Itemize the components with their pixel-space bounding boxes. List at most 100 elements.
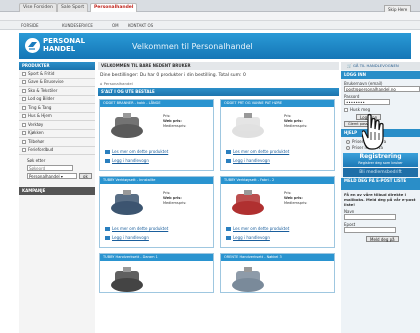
cart-icon: [105, 159, 110, 163]
read-more-link[interactable]: Les mer om dette produktet: [226, 226, 289, 231]
product-title[interactable]: TUBBY Verktøysett - Fabri - 2: [221, 177, 334, 184]
welcome-title: Velkommen til Personalhandel: [132, 42, 253, 51]
password-input[interactable]: ••••••••: [344, 99, 390, 105]
read-more-label: Les mer om dette produktet: [112, 149, 169, 154]
product-price-list: Pris: Web pris: Medlemspris:: [163, 114, 186, 129]
sidebar-item[interactable]: Feriefordbud: [19, 147, 95, 155]
category-icon: [22, 105, 26, 110]
campaign-header: KAMPANJE: [19, 187, 95, 195]
product-title[interactable]: TUBBY Verktøysett - Innstallte: [100, 177, 213, 184]
toolbar-strip: [0, 12, 420, 21]
add-to-cart-link[interactable]: Legg i handlevogn: [226, 235, 270, 240]
sidebar-item[interactable]: Sport & Fritid: [19, 70, 95, 79]
product-image[interactable]: [103, 186, 151, 219]
search-box: Søk etter Søkeord Personalhandel ▾ ok: [19, 155, 95, 179]
remember-me-checkbox[interactable]: [344, 107, 348, 112]
site-logo[interactable]: PERSONAL HANDEL: [43, 37, 85, 53]
home-icon: ⌂: [100, 81, 103, 86]
product-title[interactable]: ODDET BRANNER - kokk - LÅNGE: [100, 100, 213, 107]
category-icon: [22, 80, 26, 85]
hand-cursor-icon: [361, 112, 388, 152]
product-price-list: Pris: Web pris: Medlemspris:: [284, 191, 307, 206]
category-icon: [22, 148, 26, 153]
info-icon: [226, 227, 231, 231]
sidebar-item[interactable]: Hus & Hjem: [19, 113, 95, 121]
read-more-label: Les mer om dette produktet: [233, 149, 290, 154]
category-icon: [22, 88, 26, 93]
sidebar-item-label: Kjøkken: [28, 130, 44, 136]
sidebar-item[interactable]: Lod og Bilder: [19, 96, 95, 104]
sidebar-item[interactable]: Kjøkken: [19, 130, 95, 138]
cart-icon: [226, 159, 231, 163]
product-title[interactable]: ORENTE Handverksett - Nøkkel 3: [221, 254, 334, 261]
product-title[interactable]: TUBBY Handverksett - Daram 1: [100, 254, 213, 261]
sidebar-item-label: Tilbehør: [28, 138, 45, 144]
browser-tab-forside[interactable]: Vise Forsiden: [19, 3, 57, 12]
newsletter-submit-button[interactable]: Meld deg på: [366, 236, 399, 242]
add-to-cart-link[interactable]: Legg i handlevogn: [226, 158, 270, 163]
product-image[interactable]: [103, 263, 151, 296]
product-card: TUBBY Handverksett - Daram 1: [99, 253, 214, 293]
register-box[interactable]: Registrering Registrer deg som bruker: [343, 153, 418, 167]
site-banner: PERSONAL HANDEL Velkommen til Personalha…: [19, 33, 411, 59]
radio-incl-vat[interactable]: [346, 145, 350, 150]
newsletter-name-input[interactable]: [344, 214, 396, 220]
products-header: S'ALT I OG UTE BESTALE: [98, 88, 339, 96]
sidebar-item[interactable]: Ting & Tang: [19, 104, 95, 113]
member-price-label: Medlemspris:: [163, 201, 187, 205]
read-more-link[interactable]: Les mer om dette produktet: [226, 149, 289, 154]
radio-excl-vat[interactable]: [346, 139, 350, 144]
add-to-cart-link[interactable]: Legg i handlevogn: [105, 235, 149, 240]
breadcrumb-personalhandel[interactable]: Personalhandel: [104, 81, 133, 86]
sidebar-item-label: Verktøy: [28, 121, 44, 127]
category-icon: [22, 71, 26, 76]
category-icon: [22, 97, 26, 102]
sidebar-item[interactable]: Tilbehør: [19, 138, 95, 147]
product-card: TUBBY Verktøysett - Fabri - 2 Pris: Web pr…: [220, 176, 335, 248]
go-to-cart-link[interactable]: 🛒 GÅ TIL HANDLEVOGNEN: [341, 62, 420, 70]
newsletter-header: MELD DEG PÅ E-POST LISTE: [341, 178, 420, 190]
subnav-om[interactable]: OM: [112, 23, 119, 28]
product-image[interactable]: [224, 263, 272, 296]
left-sidebar: PRODUKTER Sport & Fritid Gave & Brusevise…: [19, 62, 95, 333]
sidebar-item-label: Sport & Fritid: [28, 70, 55, 76]
product-price-list: Pris: Web pris: Medlemspris:: [284, 114, 307, 129]
right-sidebar: 🛒 GÅ TIL HANDLEVOGNEN LOGG INN Brukernav…: [341, 62, 420, 333]
product-image[interactable]: [103, 109, 151, 142]
search-input[interactable]: Søkeord: [27, 165, 73, 171]
sidebar-item-label: Sko & Tekstiler: [28, 87, 58, 93]
read-more-label: Les mer om dette produktet: [233, 226, 290, 231]
add-to-cart-link[interactable]: Legg i handlevogn: [105, 158, 149, 163]
newsletter-email-input[interactable]: [344, 227, 396, 233]
product-card: TUBBY Verktøysett - Innstallte Pris: Web p…: [99, 176, 214, 248]
register-subtitle: Registrer deg som bruker: [358, 161, 403, 165]
logo-mark-icon[interactable]: [25, 38, 40, 53]
category-icon: [22, 122, 26, 127]
search-category-select[interactable]: Personalhandel ▾: [27, 173, 77, 179]
read-more-link[interactable]: Les mer om dette produktet: [105, 149, 168, 154]
read-more-link[interactable]: Les mer om dette produktet: [105, 226, 168, 231]
product-price-list: Pris: Web pris: Medlemspris:: [163, 191, 186, 206]
info-icon: [105, 150, 110, 154]
browser-tab-personalhandel[interactable]: Personalhandel: [90, 3, 138, 12]
product-image[interactable]: [224, 186, 272, 219]
browser-tab-sale-sport[interactable]: Sale Sport: [57, 3, 89, 12]
subnav-kundeservice[interactable]: KUNDESERVICE: [62, 23, 93, 28]
username-input[interactable]: post@personalhandel.no: [344, 86, 420, 92]
sidebar-item[interactable]: Verktøy: [19, 121, 95, 130]
cart-summary: Dine bestillinger: Du har 0 produkter i …: [100, 73, 246, 78]
product-title[interactable]: ODDET PRT OG VANNE PAT HØRE: [221, 100, 334, 107]
sidebar-item-label: Lod og Bilder: [28, 96, 55, 102]
category-icon: [22, 139, 26, 144]
info-icon: [105, 227, 110, 231]
subnav-forside[interactable]: FORSIDE: [21, 23, 39, 28]
search-ok-button[interactable]: ok: [79, 173, 92, 179]
subnav-kontakt[interactable]: KONTAKT OS: [128, 23, 153, 28]
sidebar-item[interactable]: Gave & Brusevise: [19, 79, 95, 87]
member-price-label: Medlemspris:: [163, 124, 187, 128]
sidebar-item[interactable]: Sko & Tekstiler: [19, 87, 95, 96]
newsletter-text: Få en av våre tilbud direkte i mailboks.…: [344, 192, 416, 207]
login-header: LOGG INN: [341, 71, 420, 79]
product-image[interactable]: [224, 109, 272, 142]
member-banner[interactable]: Bli medlemsbedrift: [343, 168, 418, 177]
